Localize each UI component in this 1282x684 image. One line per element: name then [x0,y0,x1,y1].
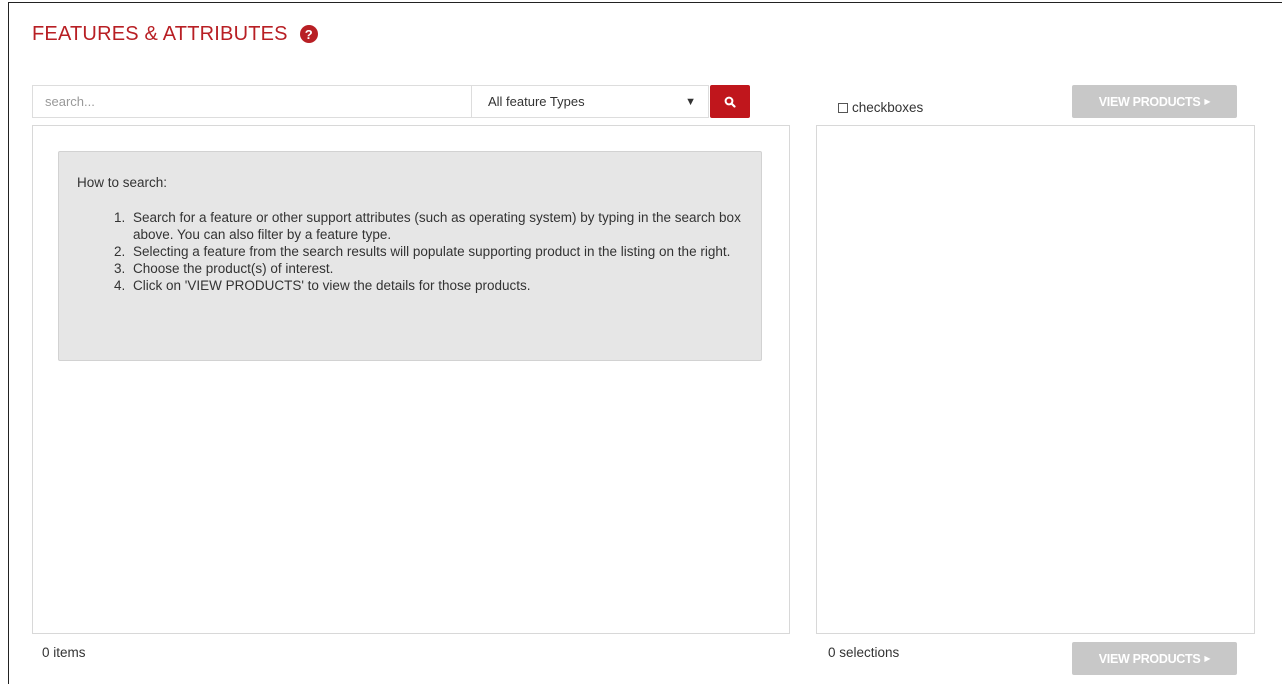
selections-count: 0 selections [828,645,900,660]
page-title: FEATURES & ATTRIBUTES [32,22,288,45]
checkboxes-toggle[interactable]: checkboxes [838,100,923,115]
question-circle-icon[interactable]: ? [299,25,318,43]
checkbox[interactable] [838,102,848,113]
how-to-search-title: How to search: [77,175,168,190]
search-results-panel: How to search: Search for a feature or o… [32,125,790,634]
how-to-search-box: How to search: Search for a feature or o… [58,151,762,361]
how-to-search-steps: Search for a feature or other support at… [77,209,743,294]
page-header: FEATURES & ATTRIBUTES ? [32,22,318,46]
how-to-step: Click on 'VIEW PRODUCTS' to view the det… [129,277,743,294]
view-products-label: VIEW PRODUCTS [1098,94,1201,109]
items-count: 0 items [42,645,86,660]
view-products-button-top[interactable]: VIEW PRODUCTS ▶ [1072,85,1237,118]
feature-type-select[interactable]: All feature Types ▼ [471,85,709,118]
how-to-step: Search for a feature or other support at… [129,209,743,243]
chevron-down-icon: ▼ [685,95,696,108]
caret-right-icon: ▶ [1204,654,1211,663]
checkboxes-label: checkboxes [852,100,924,115]
product-listing-panel [816,125,1255,634]
view-products-button-bottom[interactable]: VIEW PRODUCTS ▶ [1072,642,1237,675]
search-input[interactable] [32,85,471,118]
view-products-label: VIEW PRODUCTS [1098,651,1201,666]
how-to-step: Selecting a feature from the search resu… [129,243,743,260]
how-to-step: Choose the product(s) of interest. [129,260,743,277]
feature-type-selected: All feature Types [488,94,585,109]
search-icon [724,96,736,108]
caret-right-icon: ▶ [1204,97,1211,106]
search-button[interactable] [710,85,750,118]
